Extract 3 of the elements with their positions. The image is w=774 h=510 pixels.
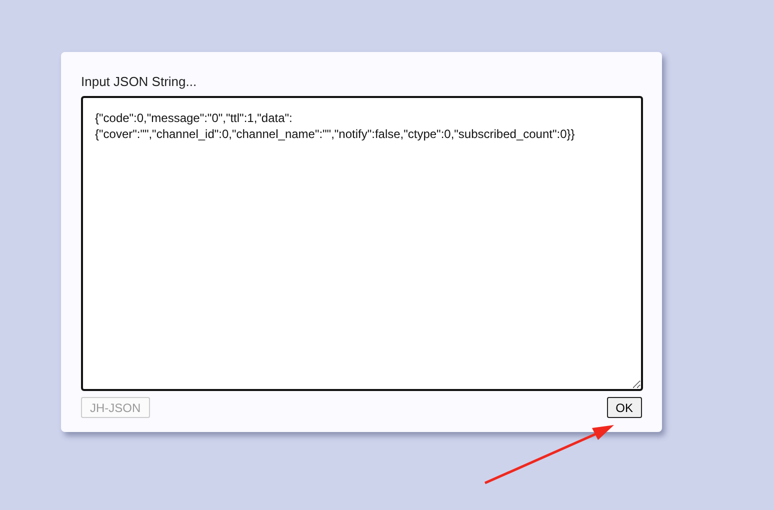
dialog-label: Input JSON String... <box>81 74 198 89</box>
json-input-field[interactable]: {"code":0,"message":"0","ttl":1,"data":{"cover":"","channel_id":0,"channel_name":"","notify":false,"ctype":0,"subscribed_count":0}} <box>81 96 643 391</box>
ok-button[interactable]: OK <box>606 397 642 418</box>
